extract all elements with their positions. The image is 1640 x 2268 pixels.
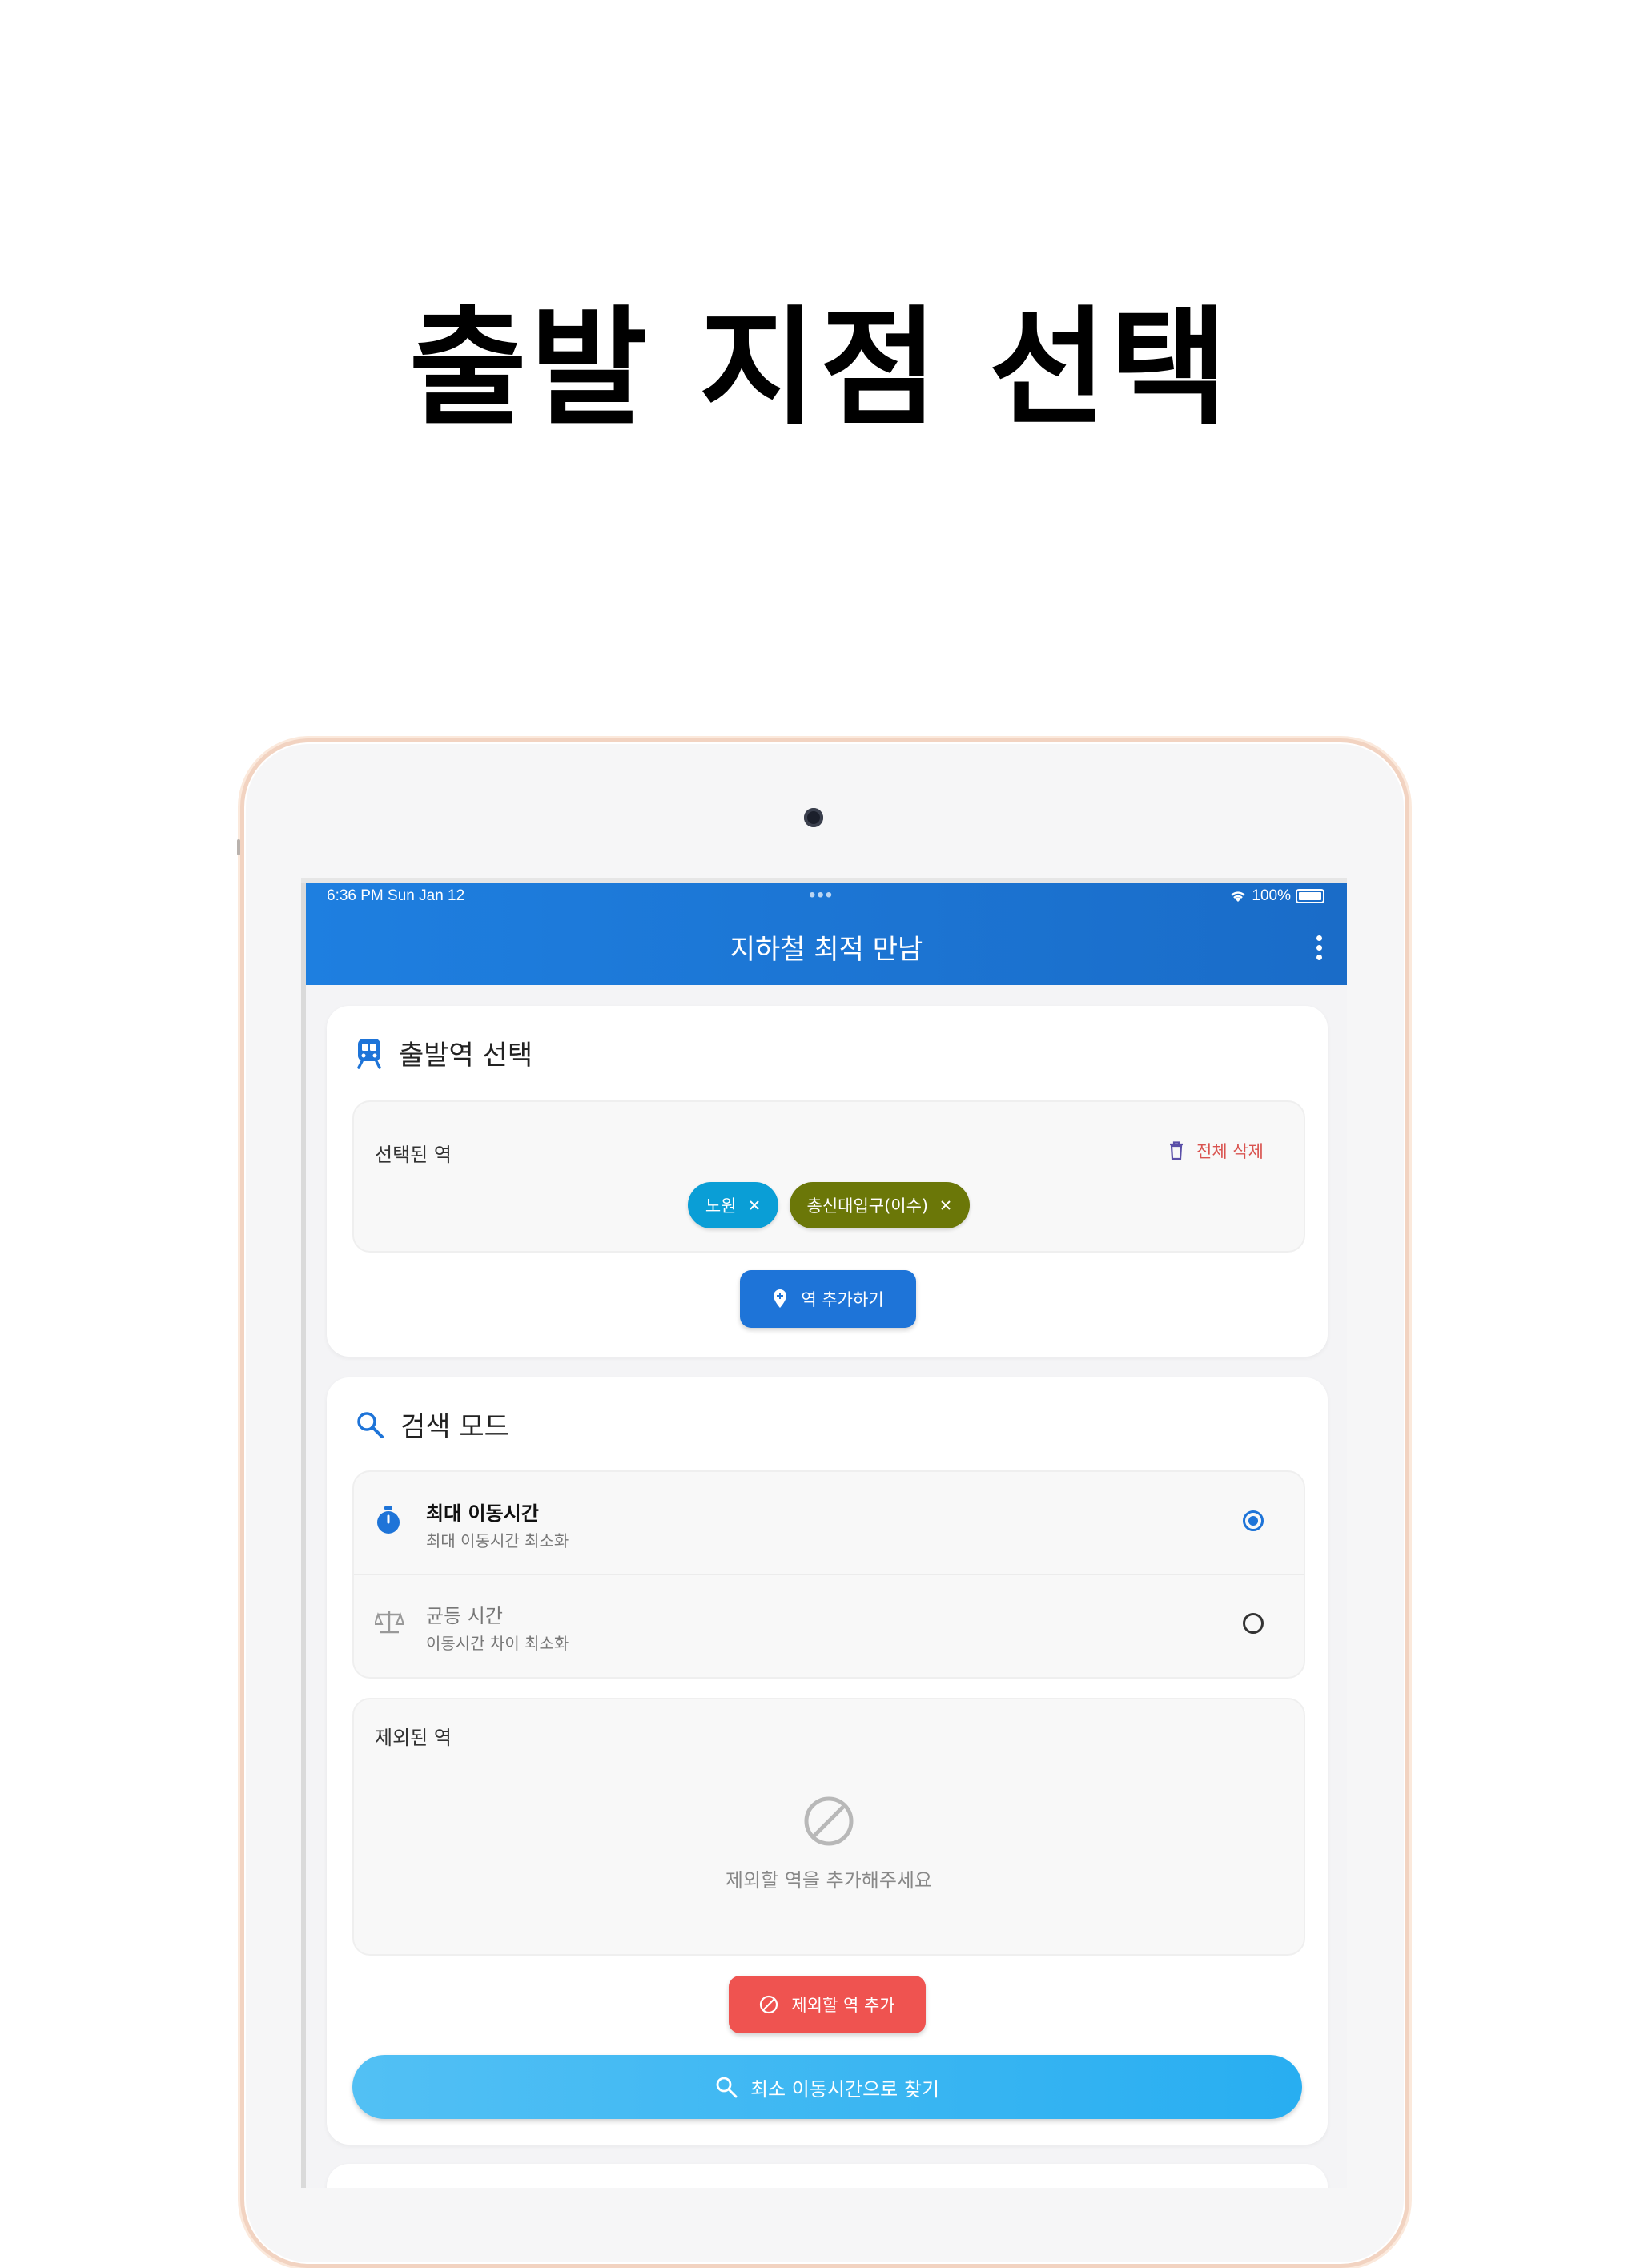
app-title: 지하철 최적 만남 — [730, 934, 923, 966]
close-icon[interactable] — [748, 1199, 761, 1212]
mode-title: 최대 이동시간 — [426, 1502, 539, 1525]
search-icon — [716, 2077, 738, 2098]
delete-all-label: 전체 삭제 — [1196, 1142, 1264, 1161]
multitask-dots[interactable]: ••• — [809, 884, 834, 907]
add-station-button[interactable]: 역 추가하기 — [740, 1270, 916, 1328]
selected-stations-panel: 선택된 역 전체 삭제 노원 총신대입구(이수) — [352, 1100, 1305, 1253]
mode-option-max-time[interactable]: 최대 이동시간 최대 이동시간 최소화 — [354, 1472, 1304, 1573]
status-right: 100% — [1229, 887, 1324, 905]
search-button[interactable]: 최소 이동시간으로 찾기 — [352, 2055, 1302, 2119]
station-chip[interactable]: 노원 — [687, 1182, 778, 1228]
excluded-stations-label: 제외된 역 — [375, 1727, 452, 1749]
station-chip[interactable]: 총신대입구(이수) — [789, 1182, 971, 1228]
selected-stations-label: 선택된 역 — [375, 1144, 452, 1166]
add-station-label: 역 추가하기 — [801, 1290, 884, 1309]
departure-card-header: 출발역 선택 — [356, 1033, 533, 1072]
mode-radio[interactable] — [1243, 1613, 1264, 1634]
close-icon[interactable] — [939, 1199, 952, 1212]
mode-subtitle: 이동시간 차이 최소화 — [426, 1634, 569, 1653]
mode-radio-selected[interactable] — [1243, 1510, 1264, 1531]
station-chip-label: 총신대입구(이수) — [806, 1196, 929, 1216]
block-icon — [804, 1796, 854, 1846]
status-bar: 6:36 PM Sun Jan 12 ••• 100% — [306, 883, 1347, 907]
app-screen: 6:36 PM Sun Jan 12 ••• 100% 지하철 최적 만남 출발… — [301, 883, 1347, 2188]
next-card-peek — [327, 2164, 1328, 2188]
app-bar: 6:36 PM Sun Jan 12 ••• 100% 지하철 최적 만남 — [306, 883, 1347, 985]
device-side-button — [237, 839, 240, 855]
page-headline: 출발 지점 선택 — [408, 293, 1232, 443]
mode-option-equal-time[interactable]: 균등 시간 이동시간 차이 최소화 — [354, 1574, 1304, 1675]
block-icon — [760, 1995, 778, 2014]
train-icon — [357, 1038, 381, 1069]
search-mode-card: 검색 모드 최대 이동시간 최대 이동시간 최소화 균등 시간 이동시간 차이 … — [327, 1377, 1328, 2145]
excluded-stations-panel: 제외된 역 제외할 역을 추가해주세요 — [352, 1698, 1305, 1956]
battery-percent: 100% — [1252, 887, 1291, 904]
location-pin-icon — [774, 1289, 787, 1308]
search-mode-title: 검색 모드 — [400, 1411, 509, 1443]
balance-scale-icon — [375, 1611, 404, 1634]
front-camera — [804, 808, 823, 827]
add-excluded-label: 제외할 역 추가 — [791, 1996, 895, 2015]
station-chips: 노원 총신대입구(이수) — [354, 1182, 1304, 1228]
mode-subtitle: 최대 이동시간 최소화 — [426, 1531, 569, 1550]
battery-icon — [1296, 889, 1324, 903]
excluded-empty-state: 제외할 역을 추가해주세요 — [354, 1796, 1304, 1892]
search-icon — [357, 1411, 384, 1438]
trash-icon — [1170, 1141, 1184, 1160]
search-mode-options: 최대 이동시간 최대 이동시간 최소화 균등 시간 이동시간 차이 최소화 — [352, 1470, 1305, 1679]
departure-card: 출발역 선택 선택된 역 전체 삭제 노원 총신대입구(이수) 역 추가하기 — [327, 1006, 1328, 1357]
delete-all-button[interactable]: 전체 삭제 — [1169, 1139, 1264, 1163]
wifi-icon — [1231, 891, 1246, 902]
more-menu-icon[interactable] — [1316, 935, 1323, 964]
station-chip-label: 노원 — [705, 1196, 737, 1216]
search-button-label: 최소 이동시간으로 찾기 — [750, 2077, 940, 2101]
status-time: 6:36 PM Sun Jan 12 — [327, 887, 465, 904]
departure-card-title: 출발역 선택 — [399, 1040, 533, 1072]
add-excluded-station-button[interactable]: 제외할 역 추가 — [729, 1976, 926, 2033]
search-mode-header: 검색 모드 — [356, 1405, 509, 1444]
excluded-empty-text: 제외할 역을 추가해주세요 — [725, 1869, 933, 1892]
stopwatch-icon — [377, 1506, 400, 1534]
mode-title: 균등 시간 — [426, 1605, 503, 1627]
